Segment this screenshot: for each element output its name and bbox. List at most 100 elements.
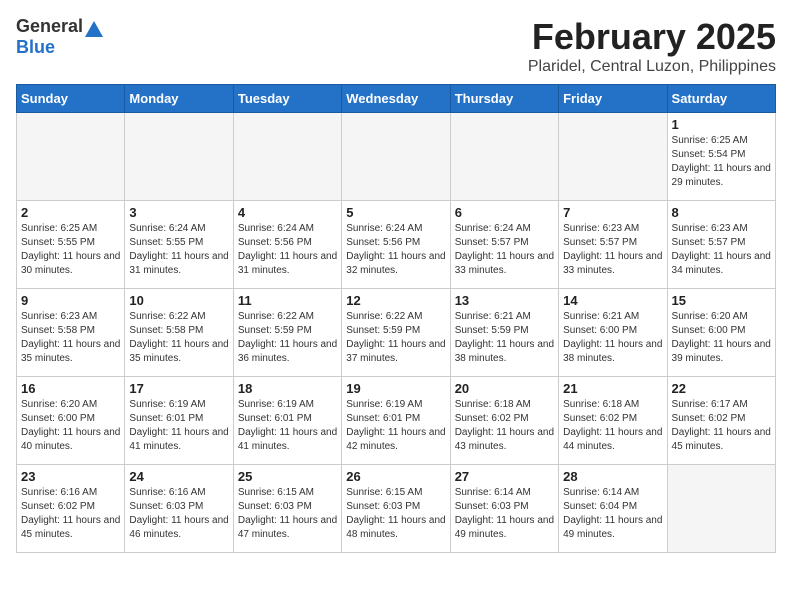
calendar-cell — [667, 465, 775, 553]
calendar-cell: 4 Sunrise: 6:24 AMSunset: 5:56 PMDaylight… — [233, 201, 341, 289]
logo-blue-text: Blue — [16, 37, 55, 57]
cell-details: Sunrise: 6:17 AMSunset: 6:02 PMDaylight:… — [672, 398, 771, 454]
day-number: 5 — [346, 205, 445, 220]
calendar-cell: 20 Sunrise: 6:18 AMSunset: 6:02 PMDayligh… — [450, 377, 558, 465]
calendar-cell: 15 Sunrise: 6:20 AMSunset: 6:00 PMDayligh… — [667, 289, 775, 377]
calendar-cell: 28 Sunrise: 6:14 AMSunset: 6:04 PMDayligh… — [559, 465, 667, 553]
logo: General Blue — [16, 16, 103, 58]
day-number: 8 — [672, 205, 771, 220]
calendar-cell: 16 Sunrise: 6:20 AMSunset: 6:00 PMDayligh… — [17, 377, 125, 465]
calendar-cell: 7 Sunrise: 6:23 AMSunset: 5:57 PMDaylight… — [559, 201, 667, 289]
cell-details: Sunrise: 6:23 AMSunset: 5:57 PMDaylight:… — [563, 222, 662, 278]
week-row-2: 2 Sunrise: 6:25 AMSunset: 5:55 PMDaylight… — [17, 201, 776, 289]
day-number: 12 — [346, 293, 445, 308]
day-number: 2 — [21, 205, 120, 220]
cell-details: Sunrise: 6:24 AMSunset: 5:57 PMDaylight:… — [455, 222, 554, 278]
calendar-cell: 27Sunrise: 6:14 AMSunset: 6:03 PMDayligh… — [450, 465, 558, 553]
day-number: 11 — [238, 293, 337, 308]
calendar-cell — [450, 113, 558, 201]
day-number: 22 — [672, 381, 771, 396]
calendar-cell — [17, 113, 125, 201]
day-number: 13 — [455, 293, 554, 308]
week-row-3: 9 Sunrise: 6:23 AMSunset: 5:58 PMDaylight… — [17, 289, 776, 377]
cell-details: Sunrise: 6:19 AMSunset: 6:01 PMDaylight:… — [129, 398, 228, 454]
calendar-cell: 13 Sunrise: 6:21 AMSunset: 5:59 PMDayligh… — [450, 289, 558, 377]
day-number: 1 — [672, 117, 771, 132]
calendar-cell: 5 Sunrise: 6:24 AMSunset: 5:56 PMDaylight… — [342, 201, 450, 289]
calendar-cell — [125, 113, 233, 201]
cell-details: Sunrise: 6:22 AMSunset: 5:59 PMDaylight:… — [346, 310, 445, 366]
title-section: February 2025 Plaridel, Central Luzon, P… — [528, 16, 776, 76]
day-number: 10 — [129, 293, 228, 308]
logo-general-text: General — [16, 16, 83, 37]
day-number: 6 — [455, 205, 554, 220]
calendar-cell — [342, 113, 450, 201]
calendar-cell: 25 Sunrise: 6:15 AMSunset: 6:03 PMDayligh… — [233, 465, 341, 553]
calendar-cell: 12 Sunrise: 6:22 AMSunset: 5:59 PMDayligh… — [342, 289, 450, 377]
calendar-cell: 19Sunrise: 6:19 AMSunset: 6:01 PMDayligh… — [342, 377, 450, 465]
cell-details: Sunrise: 6:23 AMSunset: 5:57 PMDaylight:… — [672, 222, 771, 278]
day-number: 21 — [563, 381, 662, 396]
weekday-header-sunday: Sunday — [17, 85, 125, 113]
cell-details: Sunrise: 6:15 AMSunset: 6:03 PMDaylight:… — [346, 486, 445, 542]
calendar-cell: 21 Sunrise: 6:18 AMSunset: 6:02 PMDayligh… — [559, 377, 667, 465]
cell-details: Sunrise: 6:19 AMSunset: 6:01 PMDaylight:… — [238, 398, 337, 454]
calendar-cell: 3 Sunrise: 6:24 AMSunset: 5:55 PMDaylight… — [125, 201, 233, 289]
day-number: 18 — [238, 381, 337, 396]
week-row-4: 16 Sunrise: 6:20 AMSunset: 6:00 PMDayligh… — [17, 377, 776, 465]
cell-details: Sunrise: 6:20 AMSunset: 6:00 PMDaylight:… — [672, 310, 771, 366]
day-number: 7 — [563, 205, 662, 220]
cell-details: Sunrise: 6:21 AMSunset: 6:00 PMDaylight:… — [563, 310, 662, 366]
cell-details: Sunrise: 6:21 AMSunset: 5:59 PMDaylight:… — [455, 310, 554, 366]
cell-details: Sunrise: 6:24 AMSunset: 5:56 PMDaylight:… — [346, 222, 445, 278]
cell-details: Sunrise: 6:15 AMSunset: 6:03 PMDaylight:… — [238, 486, 337, 542]
cell-details: Sunrise: 6:23 AMSunset: 5:58 PMDaylight:… — [21, 310, 120, 366]
calendar-cell: 24Sunrise: 6:16 AMSunset: 6:03 PMDayligh… — [125, 465, 233, 553]
weekday-header-friday: Friday — [559, 85, 667, 113]
calendar-cell: 8 Sunrise: 6:23 AMSunset: 5:57 PMDaylight… — [667, 201, 775, 289]
calendar-cell: 11Sunrise: 6:22 AMSunset: 5:59 PMDayligh… — [233, 289, 341, 377]
weekday-header-monday: Monday — [125, 85, 233, 113]
cell-details: Sunrise: 6:24 AMSunset: 5:56 PMDaylight:… — [238, 222, 337, 278]
cell-details: Sunrise: 6:24 AMSunset: 5:55 PMDaylight:… — [129, 222, 228, 278]
day-number: 20 — [455, 381, 554, 396]
day-number: 19 — [346, 381, 445, 396]
day-number: 16 — [21, 381, 120, 396]
day-number: 23 — [21, 469, 120, 484]
cell-details: Sunrise: 6:18 AMSunset: 6:02 PMDaylight:… — [563, 398, 662, 454]
weekday-header-thursday: Thursday — [450, 85, 558, 113]
day-number: 3 — [129, 205, 228, 220]
week-row-5: 23Sunrise: 6:16 AMSunset: 6:02 PMDayligh… — [17, 465, 776, 553]
day-number: 17 — [129, 381, 228, 396]
weekday-header-tuesday: Tuesday — [233, 85, 341, 113]
calendar-cell: 23Sunrise: 6:16 AMSunset: 6:02 PMDayligh… — [17, 465, 125, 553]
month-title: February 2025 — [528, 16, 776, 58]
weekday-header-saturday: Saturday — [667, 85, 775, 113]
day-number: 26 — [346, 469, 445, 484]
weekday-header-wednesday: Wednesday — [342, 85, 450, 113]
calendar-cell — [233, 113, 341, 201]
cell-details: Sunrise: 6:25 AMSunset: 5:54 PMDaylight:… — [672, 134, 771, 190]
cell-details: Sunrise: 6:14 AMSunset: 6:04 PMDaylight:… — [563, 486, 662, 542]
week-row-1: 1 Sunrise: 6:25 AMSunset: 5:54 PMDaylight… — [17, 113, 776, 201]
day-number: 9 — [21, 293, 120, 308]
cell-details: Sunrise: 6:20 AMSunset: 6:00 PMDaylight:… — [21, 398, 120, 454]
calendar-cell: 9 Sunrise: 6:23 AMSunset: 5:58 PMDaylight… — [17, 289, 125, 377]
calendar-cell: 2 Sunrise: 6:25 AMSunset: 5:55 PMDaylight… — [17, 201, 125, 289]
cell-details: Sunrise: 6:18 AMSunset: 6:02 PMDaylight:… — [455, 398, 554, 454]
calendar-cell: 22 Sunrise: 6:17 AMSunset: 6:02 PMDayligh… — [667, 377, 775, 465]
cell-details: Sunrise: 6:25 AMSunset: 5:55 PMDaylight:… — [21, 222, 120, 278]
day-number: 27 — [455, 469, 554, 484]
page-header: General Blue February 2025 Plaridel, Cen… — [16, 16, 776, 76]
day-number: 4 — [238, 205, 337, 220]
calendar-cell: 6 Sunrise: 6:24 AMSunset: 5:57 PMDaylight… — [450, 201, 558, 289]
day-number: 28 — [563, 469, 662, 484]
calendar-table: SundayMondayTuesdayWednesdayThursdayFrid… — [16, 84, 776, 553]
cell-details: Sunrise: 6:22 AMSunset: 5:58 PMDaylight:… — [129, 310, 228, 366]
day-number: 15 — [672, 293, 771, 308]
calendar-cell: 17 Sunrise: 6:19 AMSunset: 6:01 PMDayligh… — [125, 377, 233, 465]
day-number: 25 — [238, 469, 337, 484]
day-number: 14 — [563, 293, 662, 308]
calendar-cell: 18 Sunrise: 6:19 AMSunset: 6:01 PMDayligh… — [233, 377, 341, 465]
calendar-cell: 14 Sunrise: 6:21 AMSunset: 6:00 PMDayligh… — [559, 289, 667, 377]
